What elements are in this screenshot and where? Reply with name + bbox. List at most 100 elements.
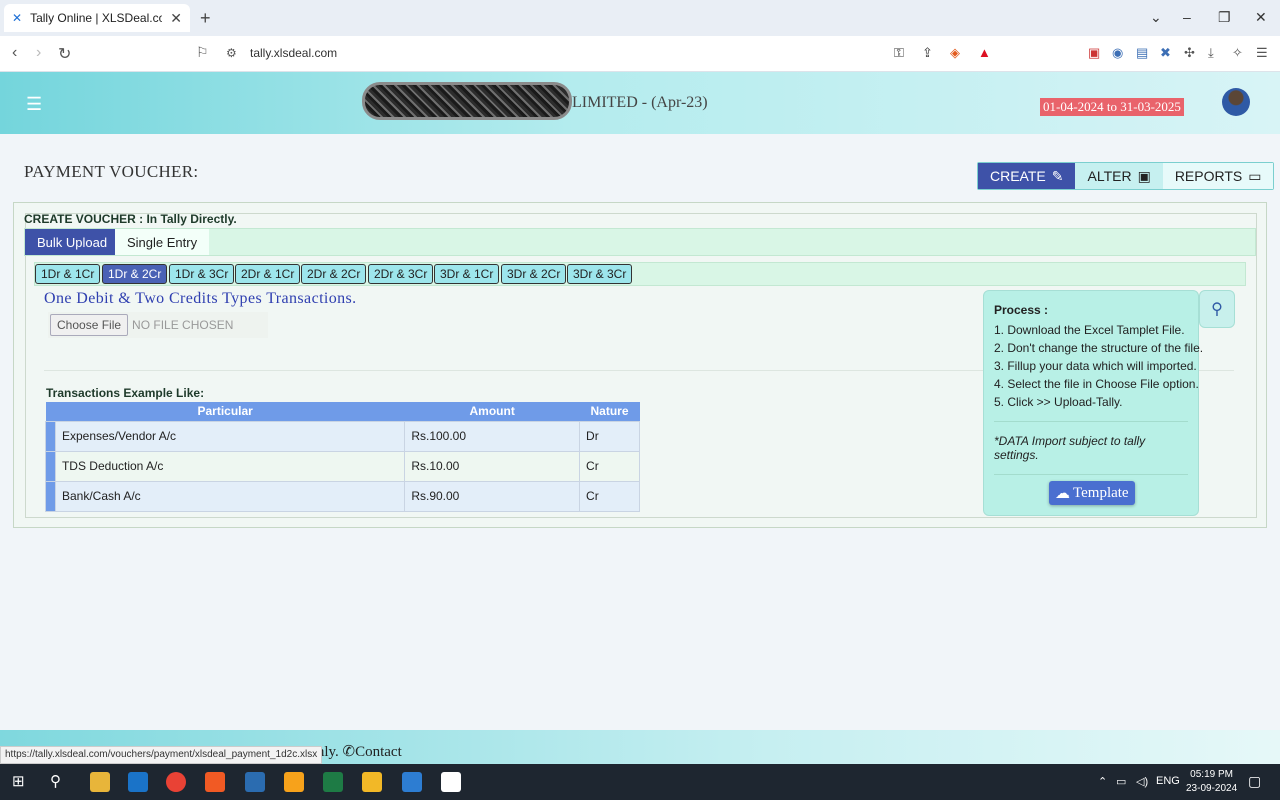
tab-search-icon[interactable]: ⌄ xyxy=(1150,9,1162,26)
language-indicator[interactable]: ENG xyxy=(1156,775,1180,787)
column-header: Amount xyxy=(404,402,580,421)
chrome-icon[interactable] xyxy=(166,772,186,792)
browser-tab-bar: ✕ Tally Online | XLSDeal.com ✕ + ⌄ – ❐ ✕ xyxy=(0,0,1280,36)
edit-icon: ✎ xyxy=(1051,167,1064,184)
key-icon[interactable]: ⚿ xyxy=(894,45,904,61)
mode-tabs: Bulk Upload Single Entry xyxy=(24,228,1256,256)
app-icon[interactable] xyxy=(245,772,265,792)
process-step: 4. Select the file in Choose File option… xyxy=(994,377,1199,391)
menu-icon[interactable]: ☰ xyxy=(1256,45,1268,61)
table-row: Expenses/Vendor A/c Rs.100.00 Dr xyxy=(45,420,640,452)
address-bar: ‹ › ↻ ⚐ ⚙ tally.xlsdeal.com ⚿ ⇪ ◈ ▲ ▣ ◉ … xyxy=(0,36,1280,72)
type-tab[interactable]: 3Dr & 1Cr xyxy=(434,264,500,284)
leo-ai-icon[interactable]: ✧ xyxy=(1232,45,1243,61)
reports-label: REPORTS xyxy=(1174,168,1243,184)
monitor-icon: ▭ xyxy=(1248,167,1262,184)
choose-file-button[interactable]: Choose File xyxy=(50,314,129,336)
site-info-icon[interactable]: ⚙ xyxy=(226,46,237,60)
type-tab-selected[interactable]: 1Dr & 2Cr xyxy=(102,264,168,284)
notepad-icon[interactable] xyxy=(441,772,461,792)
app-icon[interactable] xyxy=(362,772,382,792)
process-step: 2. Don't change the structure of the fil… xyxy=(994,341,1204,355)
cloud-download-icon: ☁ xyxy=(1055,485,1070,502)
divider xyxy=(994,474,1188,475)
template-label: Template xyxy=(1073,484,1129,501)
browser-tab[interactable]: ✕ Tally Online | XLSDeal.com ✕ xyxy=(4,4,190,32)
transaction-subtitle: One Debit & Two Credits Types Transactio… xyxy=(44,290,357,307)
rewards-icon[interactable]: ▲ xyxy=(978,45,991,60)
create-button[interactable]: CREATE ✎ xyxy=(978,163,1076,189)
avatar[interactable] xyxy=(1222,88,1250,116)
type-tab[interactable]: 2Dr & 3Cr xyxy=(368,264,434,284)
close-tab-icon[interactable]: ✕ xyxy=(170,10,182,27)
column-header: Particular xyxy=(45,402,405,421)
gst-extension-icon[interactable]: ▣ xyxy=(1088,45,1100,61)
sublime-icon[interactable] xyxy=(284,772,304,792)
page-title: PAYMENT VOUCHER: xyxy=(24,162,199,181)
forward-icon[interactable]: › xyxy=(36,44,41,62)
app-icon[interactable] xyxy=(402,772,422,792)
table-cell: TDS Deduction A/c xyxy=(54,450,406,482)
table-cell: Expenses/Vendor A/c xyxy=(54,420,406,452)
table-cell: Dr xyxy=(579,420,640,452)
row-marker xyxy=(45,450,56,482)
table-cell: Rs.100.00 xyxy=(404,420,581,452)
tab-bulk-upload[interactable]: Bulk Upload xyxy=(25,229,120,255)
close-window-icon[interactable]: ✕ xyxy=(1255,9,1267,26)
brave-icon[interactable] xyxy=(205,772,225,792)
reload-icon[interactable]: ↻ xyxy=(58,44,71,64)
clock-time: 05:19 PM xyxy=(1190,769,1233,780)
transaction-type-tabs: 1Dr & 1Cr 1Dr & 2Cr 1Dr & 3Cr 2Dr & 1Cr … xyxy=(34,262,1246,286)
reports-button[interactable]: REPORTS ▭ xyxy=(1162,163,1274,189)
extension-icon[interactable]: ▤ xyxy=(1136,45,1148,61)
file-input[interactable]: Choose File NO FILE CHOSEN xyxy=(48,312,268,338)
outlook-icon[interactable] xyxy=(128,772,148,792)
tab-single-entry[interactable]: Single Entry xyxy=(115,229,210,255)
extension-icon[interactable]: ✖ xyxy=(1160,45,1171,61)
download-icon[interactable]: ⤓ xyxy=(1208,45,1214,61)
clock[interactable]: 05:19 PM 23-09-2024 xyxy=(1186,768,1237,796)
example-table: Particular Amount Nature Expenses/Vendor… xyxy=(45,402,640,512)
template-download-button[interactable]: ☁ Template xyxy=(1049,481,1135,505)
puzzle-icon[interactable]: ✣ xyxy=(1184,45,1195,61)
paperclip-icon: ⚲ xyxy=(1211,301,1223,318)
notification-icon[interactable]: ▢ xyxy=(1248,773,1261,790)
table-cell: Bank/Cash A/c xyxy=(54,480,406,512)
back-icon[interactable]: ‹ xyxy=(12,44,17,62)
extension-icon[interactable]: ◉ xyxy=(1112,45,1123,61)
share-icon[interactable]: ⇪ xyxy=(922,45,933,61)
network-icon[interactable]: ▭ xyxy=(1116,775,1126,788)
process-step: 1. Download the Excel Tamplet File. xyxy=(994,323,1185,337)
tray-chevron-icon[interactable]: ⌃ xyxy=(1098,775,1107,788)
create-label: CREATE xyxy=(990,168,1046,184)
file-explorer-icon[interactable] xyxy=(90,772,110,792)
windows-start-icon[interactable]: ⊞ xyxy=(12,772,25,790)
site-favicon-icon: ✕ xyxy=(12,11,23,25)
type-tab[interactable]: 1Dr & 3Cr xyxy=(169,264,235,284)
hamburger-menu-icon[interactable]: ☰ xyxy=(26,94,42,115)
voucher-action-group: CREATE ✎ ALTER ▣ REPORTS ▭ xyxy=(977,162,1275,190)
excel-icon[interactable] xyxy=(323,772,343,792)
type-tab[interactable]: 2Dr & 1Cr xyxy=(235,264,301,284)
table-cell: Cr xyxy=(579,480,640,512)
alter-label: ALTER xyxy=(1087,168,1132,184)
volume-icon[interactable]: ◁) xyxy=(1136,775,1148,788)
tab-title: Tally Online | XLSDeal.com xyxy=(30,11,163,25)
alter-button[interactable]: ALTER ▣ xyxy=(1075,163,1163,189)
maximize-icon[interactable]: ❐ xyxy=(1218,9,1231,26)
brave-shield-icon[interactable]: ◈ xyxy=(950,45,960,61)
file-status: NO FILE CHOSEN xyxy=(132,318,234,332)
fiscal-year-badge[interactable]: 01-04-2024 to 31-03-2025 xyxy=(1040,98,1184,116)
type-tab[interactable]: 3Dr & 2Cr xyxy=(501,264,567,284)
table-cell: Rs.10.00 xyxy=(404,450,581,482)
bookmark-icon[interactable]: ⚐ xyxy=(196,44,209,61)
type-tab[interactable]: 2Dr & 2Cr xyxy=(301,264,367,284)
url-text[interactable]: tally.xlsdeal.com xyxy=(250,46,337,60)
type-tab[interactable]: 3Dr & 3Cr xyxy=(567,264,633,284)
new-tab-icon[interactable]: + xyxy=(200,8,211,29)
search-icon[interactable]: ⚲ xyxy=(50,772,61,790)
row-marker xyxy=(45,480,56,512)
type-tab[interactable]: 1Dr & 1Cr xyxy=(35,264,101,284)
minimize-icon[interactable]: – xyxy=(1183,9,1191,25)
attach-button[interactable]: ⚲ xyxy=(1199,290,1235,328)
